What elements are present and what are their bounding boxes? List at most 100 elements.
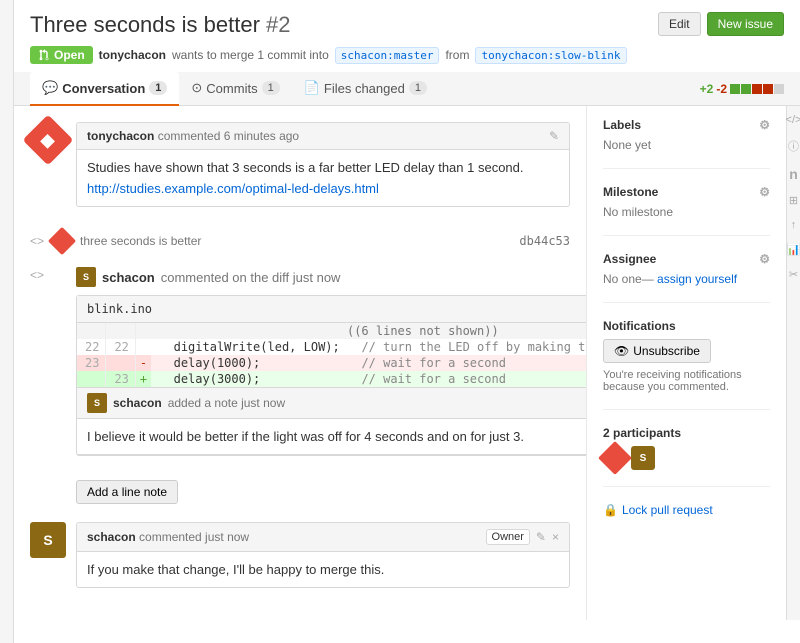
diff-line-context: 22 22 digitalWrite(led, LOW); // turn th… [77,339,586,355]
info-icon[interactable]: ⓘ [788,138,799,154]
participants-list: S [603,446,770,470]
tab-files-changed[interactable]: 📄 Files changed 1 [292,72,439,106]
assign-yourself-link[interactable]: assign yourself [657,272,737,286]
new-issue-button[interactable]: New issue [707,12,784,36]
notifications-header: Notifications [603,319,770,333]
diff-stats: +2 -2 [700,82,784,96]
comment-header-1: tonychacon commented 6 minutes ago ✎ [77,123,569,150]
diff-sq-red-2 [763,84,773,94]
code-icon[interactable]: </> [786,114,800,126]
diff-icon: <> [30,234,44,248]
conversation-icon: 💬 [42,80,58,96]
tab-bar: 💬 Conversation 1 ⊙ Commits 1 📄 Files cha… [14,72,800,106]
participant-avatar-1 [598,441,632,475]
milestone-section: Milestone ⚙ No milestone [603,185,770,236]
diff-comment-meta: S schacon commented on the diff just now… [76,267,586,514]
notifications-section: Notifications 👁 Unsubscribe You're recei… [603,319,770,410]
tool-icon[interactable]: ✂ [789,268,798,281]
assignee-value: No one— assign yourself [603,272,770,286]
diff-comment-header: S schacon commented on the diff just now [76,267,586,287]
head-branch[interactable]: tonychacon:slow-blink [475,47,626,64]
tab-commits[interactable]: ⊙ Commits 1 [179,72,291,106]
diff-icon-left: <> [30,267,66,514]
lock-section: 🔒 Lock pull request [603,503,770,533]
files-icon: 📄 [304,80,320,96]
add-line-note-button[interactable]: Add a line note [76,480,178,504]
sidebar: Labels ⚙ None yet Milestone ⚙ No milesto… [586,106,786,620]
header-actions: Edit New issue [658,12,784,36]
assignee-section: Assignee ⚙ No one— assign yourself [603,252,770,303]
diff-table: ((6 lines not shown)) 22 22 digitalWrite… [77,323,586,387]
pr-action: wants to merge 1 commit into [172,48,329,62]
comment-tonychacon: ◆ tonychacon commented 6 minutes ago ✎ [30,122,570,207]
timeline: ◆ tonychacon commented 6 minutes ago ✎ [14,106,586,620]
page-title: Three seconds is better #2 [30,12,627,38]
commit-line: <> three seconds is better db44c53 [30,223,570,259]
participant-avatar-2: S [631,446,655,470]
lock-icon: 🔒 [603,503,618,517]
comment-body-1: tonychacon commented 6 minutes ago ✎ Stu… [76,122,570,207]
assignee-gear-icon[interactable]: ⚙ [759,252,770,266]
base-branch[interactable]: schacon:master [335,47,440,64]
participants-header: 2 participants [603,426,770,440]
unsubscribe-button[interactable]: 👁 Unsubscribe [603,339,711,363]
left-sidebar [0,0,14,643]
lock-pull-request-link[interactable]: 🔒 Lock pull request [603,503,770,517]
chart-icon[interactable]: 📊 [787,243,800,256]
participants-section: 2 participants S [603,426,770,487]
upload-icon[interactable]: ↑ [791,219,797,231]
commits-icon: ⊙ [191,80,202,96]
comment-content-bottom: If you make that change, I'll be happy t… [77,552,569,587]
comment-schacon-bottom: S schacon commented just now Owner ✎ [30,522,570,588]
from-text: from [445,48,469,62]
edit-bottom-icon[interactable]: ✎ [536,530,546,544]
diff-line-added: 23 + delay(3000); // wait for a second [77,371,586,387]
milestone-gear-icon[interactable]: ⚙ [759,185,770,199]
labels-section: Labels ⚙ None yet [603,118,770,169]
diff-line-removed: 23 - delay(1000); // wait for a second [77,355,586,371]
study-link[interactable]: http://studies.example.com/optimal-led-d… [87,181,379,196]
comment-content-1: Studies have shown that 3 seconds is a f… [77,150,569,206]
edit-button[interactable]: Edit [658,12,701,36]
assignee-header: Assignee ⚙ [603,252,770,266]
labels-header: Labels ⚙ [603,118,770,132]
edit-comment-icon[interactable]: ✎ [549,129,559,143]
diff-sq-gray-1 [774,84,784,94]
eye-icon: 👁 [614,344,629,358]
pr-author: tonychacon [99,48,166,62]
tonychacon-avatar: ◆ [30,122,66,158]
status-badge: Open [30,46,93,64]
content-area: ◆ tonychacon commented 6 minutes ago ✎ [14,106,800,620]
notification-description: You're receiving notifications because y… [603,369,770,393]
milestone-header: Milestone ⚙ [603,185,770,199]
schacon-small-avatar: S [76,267,96,287]
diff-expand-row: ((6 lines not shown)) [77,323,586,339]
diff-bar [730,84,784,94]
labels-gear-icon[interactable]: ⚙ [759,118,770,132]
schacon-bottom-avatar: S [30,522,66,558]
close-bottom-icon[interactable]: × [552,530,559,544]
labels-value: None yet [603,138,770,152]
comment-body-bottom: schacon commented just now Owner ✎ × [76,522,570,588]
diff-comment-schacon: <> S schacon commented on the diff just … [30,267,570,514]
inline-comment: S schacon added a note just now Owner ✎ … [77,387,586,455]
diff-sq-green-1 [730,84,740,94]
github-icon[interactable]: n [789,166,798,182]
right-icon-bar: </> ⓘ n ⊞ ↑ 📊 ✂ [786,106,800,620]
diff-file: blink.ino View full changes [76,295,586,456]
milestone-value: No milestone [603,205,770,219]
commit-diamond [48,227,76,255]
schacon-inline-avatar: S [87,393,107,413]
diff-sq-green-2 [741,84,751,94]
graph-icon[interactable]: ⊞ [789,194,798,207]
inline-comment-header: S schacon added a note just now Owner ✎ … [77,388,586,419]
owner-badge-bottom: Owner [486,529,530,545]
inline-comment-body: I believe it would be better if the ligh… [77,419,586,454]
comment-header-bottom: schacon commented just now Owner ✎ × [77,523,569,552]
main-content: Three seconds is better #2 Open tonychac… [14,0,800,643]
tab-conversation[interactable]: 💬 Conversation 1 [30,72,179,106]
diff-sq-red-1 [752,84,762,94]
title-area: Three seconds is better #2 Open tonychac… [30,12,627,64]
diff-file-header: blink.ino View full changes [77,296,586,323]
page-header: Three seconds is better #2 Open tonychac… [14,0,800,72]
